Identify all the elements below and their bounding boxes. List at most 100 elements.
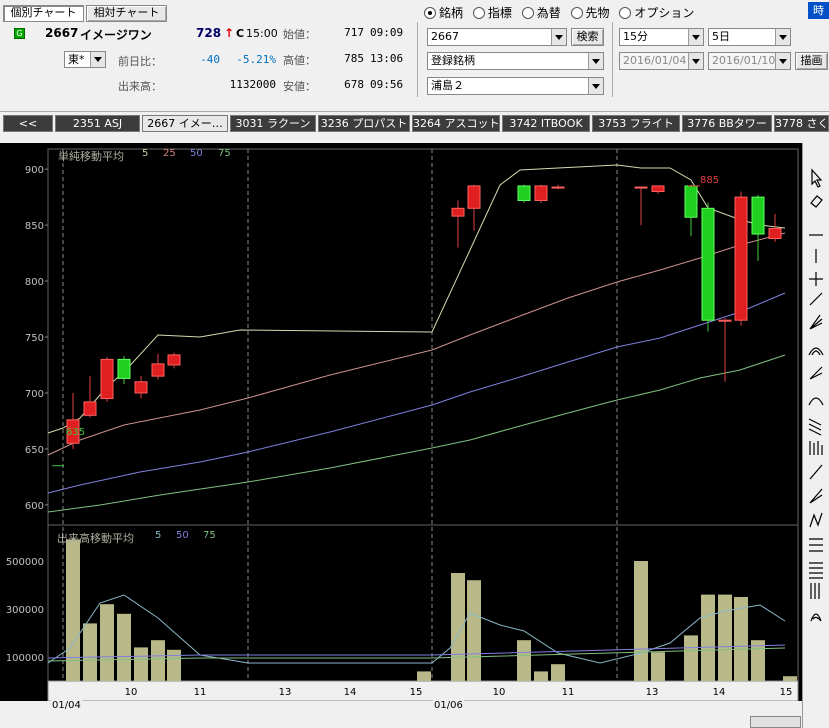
fan-icon[interactable] [809, 314, 823, 330]
watchlist-group-select[interactable]: 浦島２ [427, 77, 604, 95]
radio-index[interactable]: 指標 [472, 6, 512, 20]
open-label: 始値： [283, 28, 316, 41]
zigzag-icon[interactable] [809, 512, 823, 528]
x-tick-label: 10 [493, 687, 506, 698]
ticker-tab-active[interactable]: 2667 イメー… [142, 115, 228, 132]
radio-futures[interactable]: 先物 [570, 6, 610, 20]
volume-bar [684, 635, 698, 681]
ticker-tab[interactable]: 3236 プロパスト [318, 115, 410, 132]
chevron-down-icon [688, 29, 703, 45]
ticker-tab[interactable]: 3264 アスコット [412, 115, 500, 132]
search-button[interactable]: 検索 [571, 28, 604, 46]
candle-body [517, 185, 531, 201]
x-tick-label: 14 [344, 687, 357, 698]
ticker-tab[interactable]: 3742 ITBOOK [502, 115, 590, 132]
candle-body [83, 401, 97, 416]
ticker-tab[interactable]: 3776 BBタワー [682, 115, 772, 132]
change-label: 前日比： [118, 55, 162, 68]
market-select[interactable]: 東* [64, 51, 106, 68]
interval-select[interactable]: 15分 [619, 28, 704, 46]
candle-body [151, 363, 165, 377]
parallel-icon[interactable] [810, 583, 820, 599]
draw-button[interactable]: 描画 [795, 52, 828, 70]
price-tick-label: 700 [25, 389, 44, 400]
ma75-line [47, 354, 786, 513]
volume-tick-label: 300000 [6, 605, 44, 616]
candle-body [467, 185, 481, 209]
ticker-tab[interactable]: 3031 ラクーン [230, 115, 316, 132]
volume-bar [701, 594, 715, 681]
individual-chart-tab[interactable]: 個別チャート [3, 5, 84, 22]
volume-bar [151, 640, 165, 681]
watchlist-select[interactable]: 登録銘柄 [427, 52, 604, 70]
price-up-icon: ↑ [224, 26, 235, 40]
arc-icon[interactable] [808, 347, 824, 356]
high-label: 高値： [283, 54, 316, 67]
cross-line-icon[interactable] [809, 272, 823, 286]
candle-body [684, 185, 698, 218]
change-percent: -5.21% [236, 53, 276, 66]
candle-body [701, 207, 715, 321]
channel-icon[interactable] [808, 418, 822, 436]
relative-chart-tab[interactable]: 相対チャート [86, 5, 167, 22]
gann-icon[interactable] [809, 488, 823, 504]
spiral-icon[interactable] [810, 613, 822, 622]
to-date-select[interactable]: 2016/01/10 [708, 52, 791, 70]
eraser-icon[interactable] [810, 195, 823, 208]
volume-bar [66, 539, 80, 681]
low-marker: 635 [66, 427, 86, 438]
radio-icon [619, 7, 632, 19]
ticker-tab[interactable]: 3753 フライト [592, 115, 680, 132]
chart-area[interactable]: 600 650 700 750 800 850 900 100000 300000 500000 1… [0, 143, 802, 728]
date-label: 01/06 [433, 700, 464, 711]
fibo-arc-icon[interactable] [808, 397, 824, 406]
stock-name: イメージワン [80, 28, 152, 42]
radio-options[interactable]: オプション [619, 6, 694, 20]
radio-forex[interactable]: 為替 [521, 6, 561, 20]
divider [0, 111, 829, 112]
volume-bar [100, 604, 114, 681]
open-time: 09:09 [370, 26, 404, 39]
fibo-fan-icon[interactable] [809, 366, 823, 380]
three-line-icon[interactable] [809, 538, 823, 552]
ticker-tab[interactable]: 2351 ASJ [55, 115, 140, 132]
four-line-icon[interactable] [809, 562, 823, 579]
fibo-bars-icon[interactable] [809, 441, 823, 455]
open-value: 717 [344, 26, 364, 39]
volume-bar [417, 671, 431, 681]
ticker-tab-prev[interactable]: << [3, 115, 53, 132]
span-select[interactable]: 5日 [708, 28, 791, 46]
scroll-controls[interactable] [750, 716, 801, 728]
volume-bar [451, 573, 465, 681]
candle-body [634, 186, 648, 189]
high-marker: 885 [700, 175, 720, 186]
tangent-icon[interactable] [809, 464, 823, 480]
volume-bar [783, 676, 797, 681]
candle-body [167, 354, 181, 366]
candle-body [734, 196, 748, 321]
cursor-icon[interactable] [811, 168, 823, 188]
drawing-toolbar [802, 143, 829, 728]
time-button[interactable]: 時 [808, 2, 829, 19]
candle-body [534, 185, 548, 201]
trend-line-icon[interactable] [809, 292, 823, 306]
data-type-radio-group: 銘柄 指標 為替 先物 オプション [424, 4, 694, 21]
radio-stock[interactable]: 銘柄 [424, 6, 463, 20]
candle-body [551, 186, 565, 189]
candle-body [117, 358, 131, 379]
ma25-line [47, 232, 786, 456]
volume-tick-label: 100000 [6, 653, 44, 664]
stock-code-input[interactable]: 2667 [427, 28, 567, 46]
current-price: 728 [196, 26, 222, 40]
low-time: 09:56 [370, 78, 404, 91]
price-tick-label: 650 [25, 445, 44, 456]
divider [612, 22, 613, 97]
ma-label-75: 75 [218, 148, 231, 159]
x-tick-label: 13 [279, 687, 292, 698]
ticker-tab[interactable]: 3778 さくら [774, 115, 829, 132]
chevron-down-icon [588, 78, 603, 94]
radio-icon [472, 7, 485, 19]
candlestick-chart[interactable]: 600 650 700 750 800 850 900 100000 300000 500000 1… [0, 143, 802, 728]
from-date-select[interactable]: 2016/01/04 [619, 52, 704, 70]
candle-body [768, 227, 782, 240]
